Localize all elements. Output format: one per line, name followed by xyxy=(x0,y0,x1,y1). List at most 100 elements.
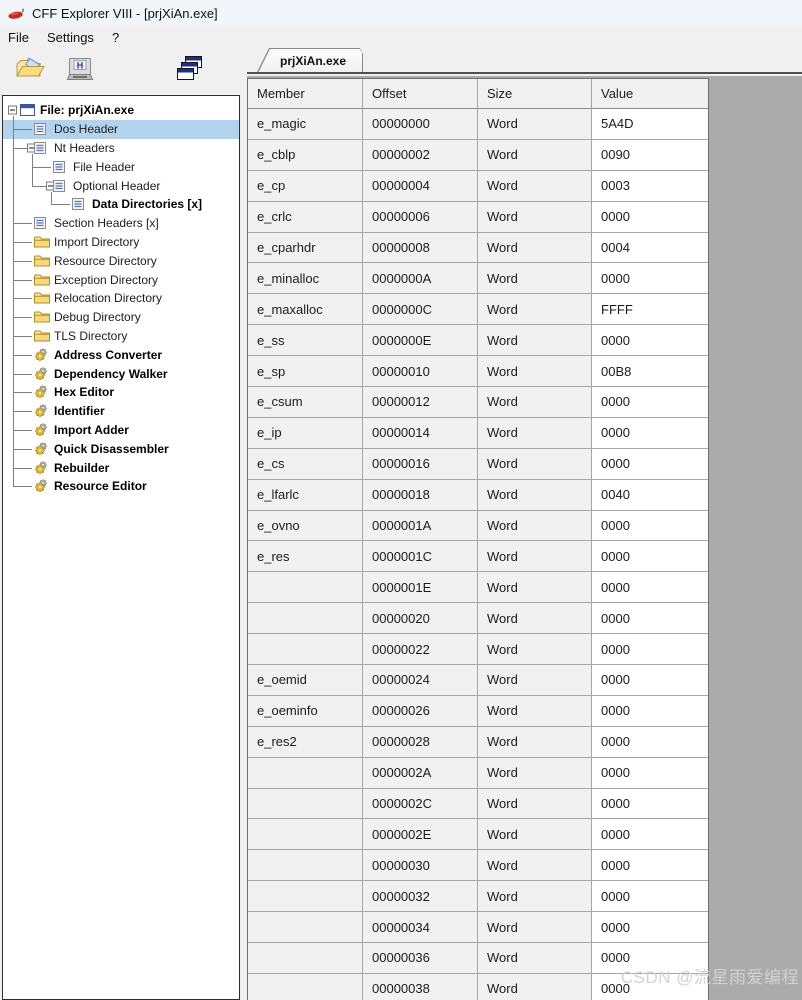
tree-item[interactable]: Section Headers [x] xyxy=(3,214,239,233)
value-cell[interactable]: 0040 xyxy=(592,480,708,511)
tree-item[interactable]: TLS Directory xyxy=(3,327,239,346)
tree-item[interactable]: Resource Editor xyxy=(3,477,239,496)
window-title: CFF Explorer VIII - [prjXiAn.exe] xyxy=(32,6,218,21)
tree-item[interactable]: Relocation Directory xyxy=(3,289,239,308)
table-cell: 00000032 xyxy=(363,881,478,912)
save-icon: H xyxy=(65,55,95,88)
tree-item[interactable]: Data Directories [x] xyxy=(3,195,239,214)
tree-item[interactable]: Identifier xyxy=(3,402,239,421)
tree-item[interactable]: Rebuilder xyxy=(3,458,239,477)
navigation-panel: File: prjXiAn.exe Dos Header Nt HeadersFil… xyxy=(2,95,240,1000)
value-cell[interactable]: 0003 xyxy=(592,171,708,202)
table-row: 00000038Word0000 xyxy=(248,974,708,1000)
table-row: e_cblp00000002Word0090 xyxy=(248,140,708,171)
tree-item[interactable]: Nt Headers xyxy=(3,139,239,158)
value-cell[interactable]: FFFF xyxy=(592,294,708,325)
save-file-button[interactable]: H xyxy=(62,54,98,88)
table-cell: 0000002C xyxy=(363,789,478,820)
tree-connector xyxy=(13,280,33,281)
table-row: e_oemid00000024Word0000 xyxy=(248,665,708,696)
tree-item[interactable]: Optional Header xyxy=(3,176,239,195)
value-cell[interactable]: 5A4D xyxy=(592,109,708,140)
value-cell[interactable]: 0000 xyxy=(592,603,708,634)
tree-item[interactable]: Dependency Walker xyxy=(3,364,239,383)
table-cell: Word xyxy=(478,696,592,727)
value-cell[interactable]: 0000 xyxy=(592,572,708,603)
open-file-button[interactable] xyxy=(12,54,48,88)
tree-item[interactable]: Dos Header xyxy=(3,120,239,139)
value-cell[interactable]: 0090 xyxy=(592,140,708,171)
value-cell[interactable]: 0000 xyxy=(592,665,708,696)
header-doc-icon xyxy=(53,180,65,192)
tree-item[interactable]: Debug Directory xyxy=(3,308,239,327)
tree-item[interactable]: Import Directory xyxy=(3,233,239,252)
tree-connector xyxy=(32,154,33,186)
windows-button[interactable] xyxy=(171,54,207,88)
table-cell: Word xyxy=(478,356,592,387)
gear-icon xyxy=(34,404,49,418)
table-row: e_csum00000012Word0000 xyxy=(248,387,708,418)
value-cell[interactable]: 0000 xyxy=(592,789,708,820)
table-cell: Word xyxy=(478,263,592,294)
tree-connector xyxy=(13,411,33,412)
value-cell[interactable]: 0000 xyxy=(592,974,708,1000)
tree-connector xyxy=(32,167,52,168)
header-doc-icon xyxy=(72,198,84,210)
value-cell[interactable]: 0000 xyxy=(592,634,708,665)
tree-item[interactable]: Import Adder xyxy=(3,421,239,440)
tree-item-label: Dos Header xyxy=(54,122,118,136)
tree-item-label: Resource Directory xyxy=(54,254,157,268)
tree-item[interactable]: File: prjXiAn.exe xyxy=(3,101,239,120)
table-cell: 00000026 xyxy=(363,696,478,727)
menu-file[interactable]: File xyxy=(8,28,38,47)
tree-item[interactable]: Address Converter xyxy=(3,345,239,364)
table-row: e_lfarlc00000018Word0040 xyxy=(248,480,708,511)
value-cell[interactable]: 0000 xyxy=(592,758,708,789)
tree-item[interactable]: Quick Disassembler xyxy=(3,439,239,458)
table-cell: Word xyxy=(478,387,592,418)
folder-icon xyxy=(34,311,50,324)
value-cell[interactable]: 0000 xyxy=(592,202,708,233)
value-cell[interactable]: 0000 xyxy=(592,881,708,912)
value-cell[interactable]: 0000 xyxy=(592,541,708,572)
table-row: 00000036Word0000 xyxy=(248,943,708,974)
menu-settings[interactable]: Settings xyxy=(38,28,103,47)
tree-item[interactable]: Resource Directory xyxy=(3,251,239,270)
value-cell[interactable]: 0000 xyxy=(592,912,708,943)
value-cell[interactable]: 0000 xyxy=(592,819,708,850)
tree-item[interactable]: File Header xyxy=(3,157,239,176)
tree-item[interactable]: Hex Editor xyxy=(3,383,239,402)
value-cell[interactable]: 0000 xyxy=(592,943,708,974)
value-cell[interactable]: 0000 xyxy=(592,511,708,542)
tree-item-label: Optional Header xyxy=(73,179,160,193)
value-cell[interactable]: 0000 xyxy=(592,263,708,294)
value-cell[interactable]: 0000 xyxy=(592,325,708,356)
value-cell[interactable]: 00B8 xyxy=(592,356,708,387)
value-cell[interactable]: 0000 xyxy=(592,850,708,881)
menu-help[interactable]: ? xyxy=(103,28,128,47)
tree-item-label: Resource Editor xyxy=(54,479,147,493)
gear-icon xyxy=(34,479,49,493)
value-cell[interactable]: 0000 xyxy=(592,387,708,418)
value-cell[interactable]: 0000 xyxy=(592,418,708,449)
table-cell: 0000000E xyxy=(363,325,478,356)
value-cell[interactable]: 0004 xyxy=(592,233,708,264)
value-cell[interactable]: 0000 xyxy=(592,696,708,727)
collapse-toggle-icon[interactable] xyxy=(8,106,17,115)
value-cell[interactable]: 0000 xyxy=(592,449,708,480)
gear-icon xyxy=(34,367,49,381)
table-row: 00000020Word0000 xyxy=(248,603,708,634)
table-row: e_crlc00000006Word0000 xyxy=(248,202,708,233)
value-cell[interactable]: 0000 xyxy=(592,727,708,758)
tree-connector xyxy=(13,355,33,356)
column-header-offset: Offset xyxy=(363,79,478,109)
table-cell xyxy=(248,603,363,634)
table-cell: Word xyxy=(478,881,592,912)
tree-item[interactable]: Exception Directory xyxy=(3,270,239,289)
table-row: e_oeminfo00000026Word0000 xyxy=(248,696,708,727)
table-cell xyxy=(248,943,363,974)
gear-icon xyxy=(34,423,49,437)
tab-prjxian[interactable]: prjXiAn.exe xyxy=(257,48,363,72)
table-cell: Word xyxy=(478,727,592,758)
column-header-member: Member xyxy=(248,79,363,109)
